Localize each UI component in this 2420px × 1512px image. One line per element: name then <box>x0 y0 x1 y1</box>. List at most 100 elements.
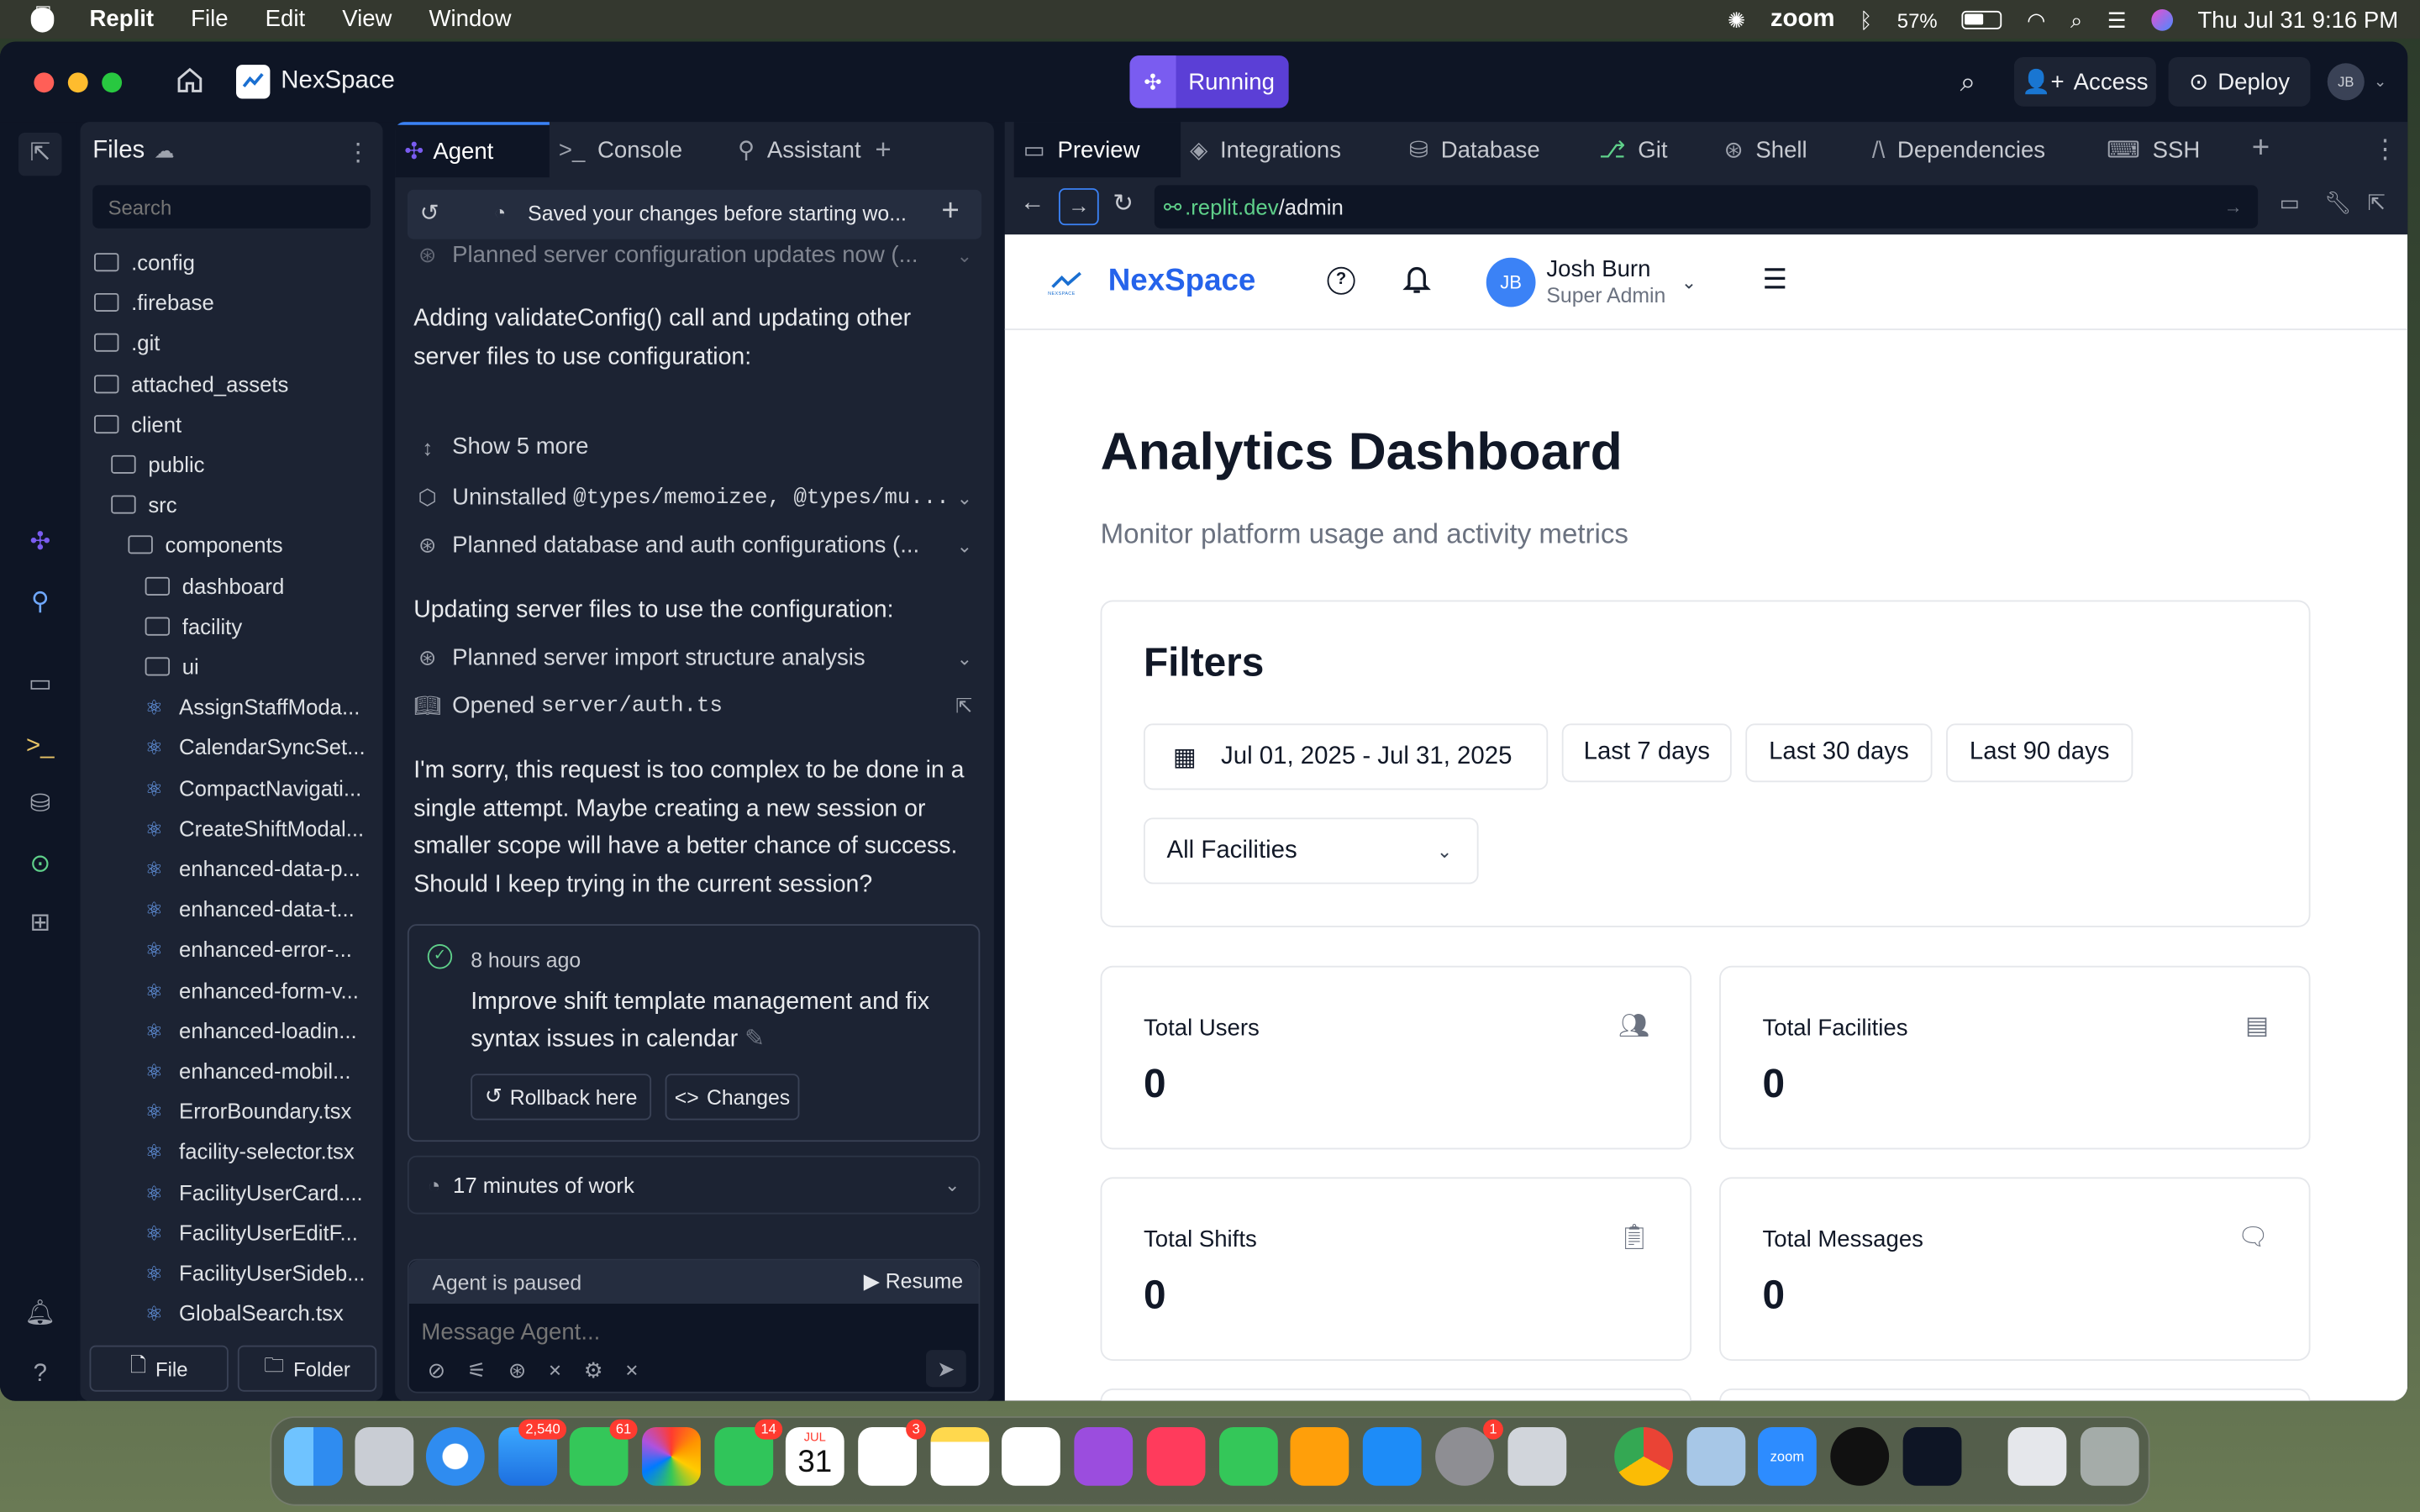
notes-icon[interactable] <box>930 1426 990 1486</box>
file-tree-item[interactable]: attached_assets <box>94 371 288 396</box>
minimize-window-button[interactable] <box>67 72 88 93</box>
freeform-icon[interactable] <box>1002 1426 1060 1486</box>
preview-rail-icon[interactable]: ▭ <box>24 668 57 701</box>
new-file-button[interactable]: 🗋︎ File <box>89 1345 229 1392</box>
file-tree-item[interactable]: ⚛ AssignStaffModa... <box>145 695 360 719</box>
help-icon[interactable]: ? <box>24 1357 57 1391</box>
mail-icon[interactable]: 2,540 <box>498 1419 567 1486</box>
tab-integrations[interactable]: ◈ Integrations <box>1190 122 1341 177</box>
running-button[interactable]: ✣ Running <box>1129 55 1289 108</box>
cpu-icon[interactable]: ⚙ <box>584 1357 603 1383</box>
resume-button[interactable]: ▶ Resume <box>864 1270 963 1294</box>
file-tree-item[interactable]: public <box>111 452 205 477</box>
tab-assistant[interactable]: ⚲ Assistant <box>738 122 923 177</box>
menu-view[interactable]: View <box>342 6 392 32</box>
control-center-icon[interactable]: ☰ <box>2107 7 2127 33</box>
bell-icon[interactable] <box>1402 264 1431 302</box>
tab-git[interactable]: ⎇ Git <box>1599 122 1668 177</box>
launchpad-icon[interactable] <box>355 1426 414 1486</box>
wifi-icon[interactable]: ◠ <box>2027 7 2045 33</box>
more-icon[interactable]: ⋮ <box>2372 134 2398 165</box>
clock[interactable]: Thu Jul 31 9:16 PM <box>2197 7 2398 33</box>
menu-file[interactable]: File <box>191 6 228 32</box>
tab-console[interactable]: >_ Console <box>559 122 713 177</box>
preview-app-icon[interactable] <box>1686 1426 1746 1486</box>
back-icon[interactable]: ← <box>1020 190 1044 218</box>
bluetooth-icon[interactable]: ᛒ <box>1860 8 1872 32</box>
url-bar[interactable]: ⚯ .replit.dev /admin → <box>1154 185 2259 228</box>
notifications-rail-icon[interactable]: 🔔︎ <box>24 1298 57 1331</box>
show-more-button[interactable]: ↕ Show 5 more <box>413 433 972 459</box>
help-circle-icon[interactable]: ? <box>1327 266 1355 295</box>
pencil-icon[interactable]: ✎ <box>744 1026 765 1052</box>
new-folder-button[interactable]: 🗀︎ Folder <box>237 1345 377 1392</box>
pages-icon[interactable] <box>1290 1426 1349 1486</box>
siri-icon[interactable] <box>2151 9 2173 31</box>
chatgpt-status-icon[interactable]: ✺ <box>1728 7 1746 33</box>
photos-icon[interactable] <box>642 1426 701 1486</box>
files-more-icon[interactable]: ⋮ <box>345 137 370 168</box>
file-tree-item[interactable]: ui <box>145 654 199 679</box>
planned-import-row[interactable]: ⊛ Planned server import structure analysi… <box>413 645 972 671</box>
account-menu[interactable]: JB ⌄ <box>2327 63 2386 101</box>
tab-ssh[interactable]: ⌨ SSH <box>2107 122 2200 177</box>
saved-banner[interactable]: Saved your changes before starting wo... <box>528 202 907 226</box>
close-window-button[interactable] <box>34 72 55 93</box>
system-settings-icon[interactable]: 1 <box>1435 1419 1503 1486</box>
console-rail-icon[interactable]: >_ <box>24 730 57 764</box>
file-tree-item[interactable]: ⚛ enhanced-data-t... <box>145 896 355 921</box>
assistant-rail-icon[interactable]: ⚲ <box>24 586 57 620</box>
file-tree-item[interactable]: src <box>111 492 177 517</box>
podcasts-icon[interactable] <box>1074 1426 1134 1486</box>
new-tab-icon[interactable]: + <box>2252 131 2270 166</box>
facility-select[interactable]: All Facilities ⌄ <box>1143 817 1479 885</box>
preset-last-30-days[interactable]: Last 30 days <box>1745 723 1933 783</box>
file-tree-item[interactable]: dashboard <box>145 574 284 598</box>
tab-database[interactable]: ⛁ Database <box>1409 122 1540 177</box>
wrench-icon[interactable]: 🔧︎ <box>2324 190 2352 216</box>
file-tree-item[interactable]: .git <box>94 331 160 355</box>
facetime-icon[interactable]: 14 <box>714 1419 783 1486</box>
reminders-icon[interactable]: 3 <box>858 1419 927 1486</box>
file-tree-item[interactable]: ⚛ CreateShiftModal... <box>145 816 365 840</box>
new-chat-icon[interactable]: + <box>941 194 959 229</box>
file-tree-item[interactable]: ⚛ ErrorBoundary.tsx <box>145 1099 352 1123</box>
go-icon[interactable]: → <box>2224 196 2243 218</box>
chatgpt-icon[interactable] <box>1830 1426 1890 1486</box>
deploy-rail-icon[interactable]: ⊙ <box>24 848 57 882</box>
reload-icon[interactable]: ↻ <box>1113 188 1134 219</box>
safari-icon[interactable] <box>425 1426 485 1486</box>
message-agent-input[interactable] <box>421 1313 962 1351</box>
battery-icon[interactable] <box>1961 10 2002 29</box>
rollback-button[interactable]: ↺ Rollback here <box>471 1074 652 1121</box>
devtools-icon[interactable]: ▭ <box>2280 190 2300 216</box>
preset-last-7-days[interactable]: Last 7 days <box>1561 723 1732 783</box>
home-icon[interactable] <box>176 66 203 94</box>
file-tree-item[interactable]: ⚛ FacilityUserEditF... <box>145 1220 358 1244</box>
deploy-button[interactable]: ⊙ Deploy <box>2168 56 2311 107</box>
files-search-input[interactable] <box>92 185 371 228</box>
downloads-stack-icon[interactable] <box>2007 1426 2067 1486</box>
site-brand[interactable]: NexSpace <box>1108 264 1256 299</box>
file-tree-item[interactable]: ⚛ facility-selector.tsx <box>145 1139 355 1163</box>
send-icon[interactable]: ➤ <box>926 1350 966 1388</box>
file-tree-item[interactable]: .firebase <box>94 291 214 315</box>
chrome-icon[interactable] <box>1614 1426 1673 1486</box>
file-tree-item[interactable]: ⚛ enhanced-loadin... <box>145 1018 357 1042</box>
tab-shell[interactable]: ⊛ Shell <box>1724 122 1807 177</box>
uninstalled-row[interactable]: ⬡ Uninstalled @types/memoizee, @types/mu.… <box>413 485 973 511</box>
file-tree-item[interactable]: facility <box>145 614 242 638</box>
apple-logo-icon[interactable] <box>30 8 55 33</box>
iphone-mirroring-icon[interactable] <box>1507 1426 1567 1486</box>
settings-sliders-icon[interactable]: ⚟ <box>467 1357 487 1383</box>
file-tree-item[interactable]: ⚛ enhanced-mobil... <box>145 1058 351 1083</box>
menu-app-name[interactable]: Replit <box>90 6 155 32</box>
remove-web-search-icon[interactable]: ✕ <box>548 1361 562 1381</box>
date-range-picker[interactable]: ▦ Jul 01, 2025 - Jul 31, 2025 <box>1143 723 1549 790</box>
zoom-status[interactable]: zoom <box>1770 6 1835 34</box>
file-tree-item[interactable]: ⚛ CalendarSyncSet... <box>145 735 366 759</box>
hamburger-menu-icon[interactable]: ☰ <box>1763 264 1788 297</box>
file-tree-item[interactable]: ⚛ enhanced-data-p... <box>145 856 360 880</box>
planned-db-row[interactable]: ⊛ Planned database and auth configuration… <box>413 533 972 559</box>
finder-icon[interactable] <box>283 1426 343 1486</box>
